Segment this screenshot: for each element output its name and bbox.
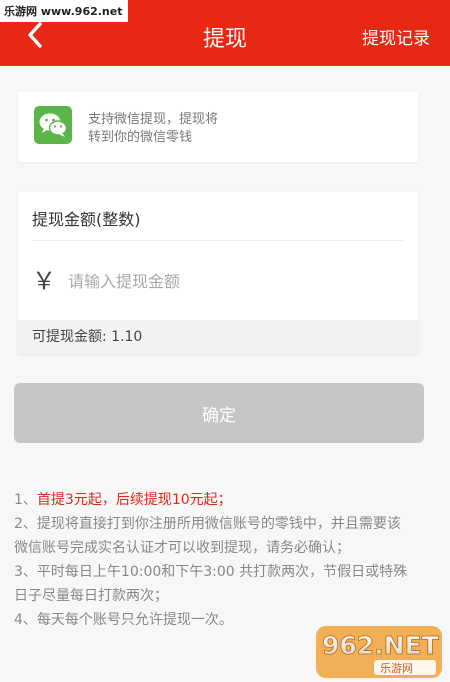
watermark-sub-text: 乐游网 — [380, 662, 413, 675]
confirm-button[interactable]: 确定 — [14, 383, 424, 443]
note-text: 每天每个账号只允许提现一次。 — [36, 612, 233, 628]
wechat-icon — [34, 106, 72, 144]
note-item: 2、提现将直接打到你注册所用微信账号的零钱中，并且需要该微信账号完成实名认证才可… — [14, 512, 414, 560]
wechat-description-line2: 转到你的微信零钱 — [88, 130, 193, 145]
wechat-description-line1: 支持微信提现，提现将 — [88, 112, 219, 127]
note-highlight: 首提3元起，后续提现10元起； — [36, 492, 232, 508]
note-item: 3、平时每日上午10:00和下午3:00 共打款两次，节假日或特殊日子尽量每日打… — [14, 560, 414, 608]
withdraw-history-link[interactable]: 提现记录 — [362, 24, 430, 49]
note-text: 提现将直接打到你注册所用微信账号的零钱中，并且需要该微信账号完成实名认证才可以收… — [14, 516, 401, 556]
note-prefix: 3、 — [14, 564, 37, 580]
yen-icon: ￥ — [32, 267, 56, 295]
amount-label: 提现金额(整数) — [32, 210, 141, 229]
divider — [32, 240, 404, 241]
note-item: 1、首提3元起，后续提现10元起； — [14, 488, 414, 512]
notes-list: 1、首提3元起，后续提现10元起； 2、提现将直接打到你注册所用微信账号的零钱中… — [14, 488, 414, 632]
site-logo-watermark: 962.NET 乐游网 — [314, 624, 444, 680]
site-watermark: 乐游网 www.962.net — [0, 0, 129, 22]
wechat-description: 支持微信提现，提现将 转到你的微信零钱 — [88, 111, 218, 147]
wechat-info-card: 支持微信提现，提现将 转到你的微信零钱 — [18, 92, 418, 162]
note-prefix: 4、 — [14, 612, 37, 628]
available-amount: 可提现金额: 1.10 — [18, 320, 418, 354]
watermark-main-text: 962.NET — [322, 631, 439, 660]
note-prefix: 2、 — [14, 516, 37, 532]
note-text: 平时每日上午10:00和下午3:00 共打款两次，节假日或特殊日子尽量每日打款两… — [14, 564, 408, 604]
amount-input[interactable] — [68, 264, 398, 298]
note-prefix: 1、 — [14, 492, 37, 508]
amount-card: 提现金额(整数) ￥ 可提现金额: 1.10 — [18, 192, 418, 354]
